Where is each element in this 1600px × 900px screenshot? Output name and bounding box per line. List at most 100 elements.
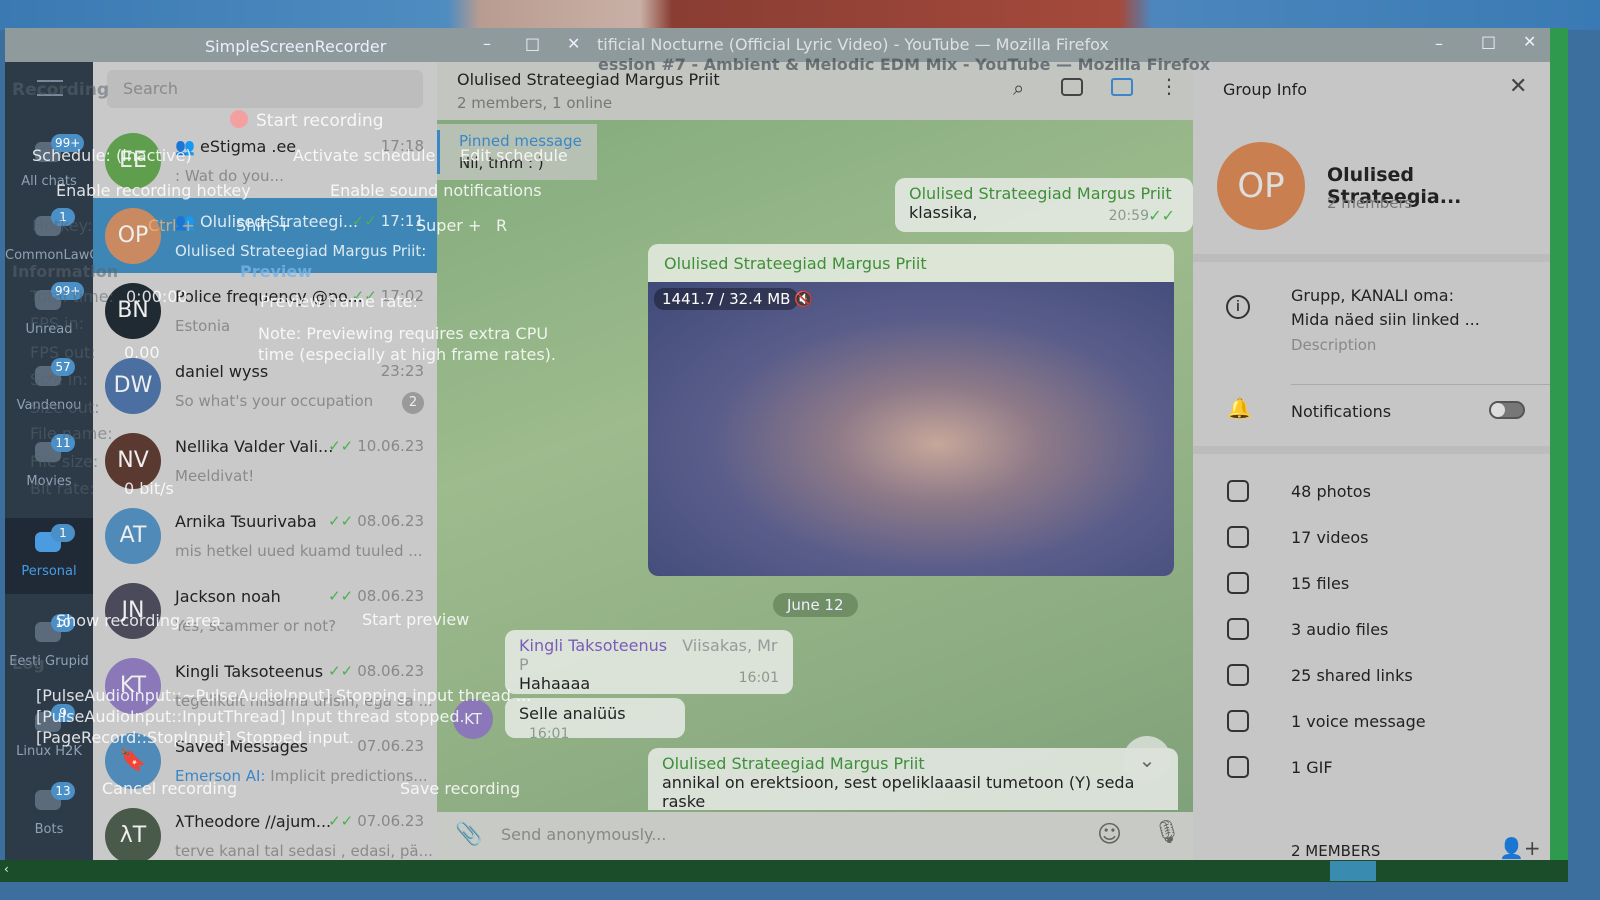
message-text: annikal on erektsioon, sest opeliklaaasi… <box>662 773 1135 811</box>
shared-media-row[interactable]: 25 shared links <box>1193 654 1550 700</box>
chat-name: λTheodore //ajum... <box>175 812 332 831</box>
start-recording-button[interactable]: Start recording <box>230 110 384 131</box>
chat-name: Nellika Valder Vali... <box>175 437 334 456</box>
sidebar-toggle-icon[interactable] <box>1111 78 1133 96</box>
message-input[interactable]: Send anonymously... <box>501 825 666 844</box>
ff-minimize-button[interactable]: – <box>1435 34 1443 53</box>
group-avatar[interactable]: OP <box>1217 142 1305 230</box>
notifications-label: Notifications <box>1291 402 1392 421</box>
microphone-icon[interactable]: 🎙 <box>1153 820 1181 845</box>
edit-schedule-button[interactable]: Edit schedule <box>460 146 568 165</box>
avatar: λT <box>105 808 161 864</box>
message[interactable]: Selle analüüs 16:01 <box>505 698 685 742</box>
chat-time: ✓✓ 08.06.23 <box>328 587 424 605</box>
description-line2: Mida näed siin linked ... <box>1291 310 1480 329</box>
bit-rate-label: Bit rate: <box>30 479 95 498</box>
emoji-icon[interactable]: ☺ <box>1097 820 1122 848</box>
search-input[interactable]: Search <box>107 70 423 108</box>
folder-8[interactable]: 13 Bots <box>5 776 93 852</box>
total-time-label: Total time: <box>30 287 114 306</box>
shift-checkbox[interactable]: Shift + <box>236 216 291 235</box>
shared-media-row[interactable]: 17 videos <box>1193 516 1550 562</box>
message-sender: Olulised Strateegiad Margus Priit <box>909 184 1172 203</box>
message-time: 16:01 <box>529 726 570 742</box>
start-preview-button[interactable]: Start preview <box>362 610 469 629</box>
video-icon <box>1227 526 1249 548</box>
media-size: 1441.7 / 32.4 MB <box>654 288 799 310</box>
scroll-down-button[interactable]: ⌄ <box>1123 736 1171 784</box>
chat-name: Kingli Taksoteenus <box>175 662 324 681</box>
file-name-label: File name: <box>30 424 113 443</box>
read-check-icon: ✓✓ <box>351 212 377 230</box>
total-time-value: 0:00:00 <box>126 287 188 306</box>
taskbar-scroll-left[interactable]: ‹ <box>4 862 9 876</box>
super-checkbox[interactable]: Super + <box>416 216 481 235</box>
file-size-label: File size: <box>30 452 99 471</box>
message-text: Selle analüüs <box>519 704 626 723</box>
enable-sound-checkbox[interactable]: Enable sound notifications <box>330 181 542 200</box>
bell-icon: 🔔 <box>1227 396 1252 420</box>
preview-note-2: time (especially at high frame rates). <box>258 345 556 364</box>
scrollbar[interactable] <box>1550 28 1568 860</box>
ctrl-checkbox[interactable]: Ctrl + <box>148 216 195 235</box>
video-message[interactable]: Olulised Strateegiad Margus Priit 1441.7… <box>648 244 1174 576</box>
shared-media-row[interactable]: 15 files <box>1193 562 1550 608</box>
avatar: DW <box>105 358 161 414</box>
message[interactable]: Olulised Strateegiad Margus Priit annika… <box>648 748 1178 811</box>
chat-preview: Olulised Strateegiad Margus Priit: <box>175 242 427 260</box>
minimize-button[interactable]: – <box>483 34 491 53</box>
chat-name: Arnika Tsuurivaba <box>175 512 317 531</box>
shared-media-row[interactable]: 1 GIF <box>1193 746 1550 792</box>
log-line: [PageRecord::StopInput] Stopped input. <box>36 728 355 747</box>
date-separator: June 12 <box>773 593 858 617</box>
save-recording-button[interactable]: Save recording <box>400 779 520 798</box>
folder-5[interactable]: 1 Personal <box>5 518 93 594</box>
cancel-recording-button[interactable]: Cancel recording <box>102 779 237 798</box>
taskbar-telegram[interactable] <box>1330 861 1376 881</box>
chat-time: ✓✓ 08.06.23 <box>328 662 424 680</box>
search-icon[interactable]: ⌕ <box>1013 76 1024 100</box>
mute-icon[interactable]: 🔇 <box>794 290 813 308</box>
comments-icon[interactable] <box>1061 78 1083 96</box>
shared-media-row[interactable]: 3 audio files <box>1193 608 1550 654</box>
link-icon <box>1227 664 1249 686</box>
chat-subtitle: 2 members, 1 online <box>457 94 613 112</box>
avatar: AT <box>105 508 161 564</box>
enable-hotkey-checkbox[interactable]: Enable recording hotkey <box>56 181 251 200</box>
notifications-toggle[interactable] <box>1489 401 1525 419</box>
ff-close-button[interactable]: ✕ <box>1523 32 1536 51</box>
attach-icon[interactable]: 📎 <box>455 822 482 847</box>
ff-maximize-button[interactable]: □ <box>1481 32 1496 51</box>
close-button[interactable]: ✕ <box>567 34 580 53</box>
more-icon[interactable]: ⋮ <box>1159 74 1179 98</box>
folder-label: CommonLawCLC <box>5 248 115 263</box>
group-members: 2 members <box>1327 194 1413 212</box>
firefox-title-2: ession #7 - Ambient & Melodic EDM Mix - … <box>598 55 1211 74</box>
close-icon[interactable]: ✕ <box>1509 74 1527 99</box>
preview-heading: Preview <box>240 262 313 281</box>
video-player[interactable]: 1441.7 / 32.4 MB 🔇 <box>648 282 1174 576</box>
description-line1: Grupp, KANALI oma: <box>1291 286 1454 305</box>
maximize-button[interactable]: □ <box>525 34 540 53</box>
chat-preview: mis hetkel uued kuamd tuuled ... <box>175 542 423 560</box>
description-label: Description <box>1291 336 1377 354</box>
show-recording-area-checkbox[interactable]: Show recording area <box>56 611 221 630</box>
shared-media-row[interactable]: 1 voice message <box>1193 700 1550 746</box>
chat-preview: terve kanal tal sedasi , edasi, pä... <box>175 842 433 860</box>
chat-time: 23:23 <box>380 362 424 380</box>
chat-row[interactable]: AT Arnika Tsuurivaba ✓✓ 08.06.23 mis hetkel … <box>93 498 437 573</box>
message[interactable]: Kingli Taksoteenus Viisakas, Mr P Hahaaa… <box>505 630 793 694</box>
message[interactable]: Olulised Strateegiad Margus Priit klassi… <box>895 178 1193 232</box>
fps-out-value: 0.00 <box>124 343 160 362</box>
preview-note: Note: Previewing requires extra CPU <box>258 324 549 343</box>
panel-title: Group Info <box>1223 80 1308 99</box>
recorder-title: SimpleScreenRecorder <box>205 37 387 56</box>
activate-schedule-button[interactable]: Activate schedule <box>293 146 435 165</box>
chat-area: Olulised Strateegiad Margus Priit 2 memb… <box>437 62 1193 860</box>
bit-rate-value: 0 bit/s <box>124 479 174 498</box>
add-member-icon[interactable]: 👤+ <box>1499 836 1541 860</box>
shared-media-row[interactable]: 48 photos <box>1193 470 1550 516</box>
read-check-icon: ✓✓ <box>328 812 354 830</box>
hotkey-key-select[interactable]: R <box>496 216 507 235</box>
log-line: [PulseAudioInput::~PulseAudioInput] Stop… <box>36 686 532 705</box>
